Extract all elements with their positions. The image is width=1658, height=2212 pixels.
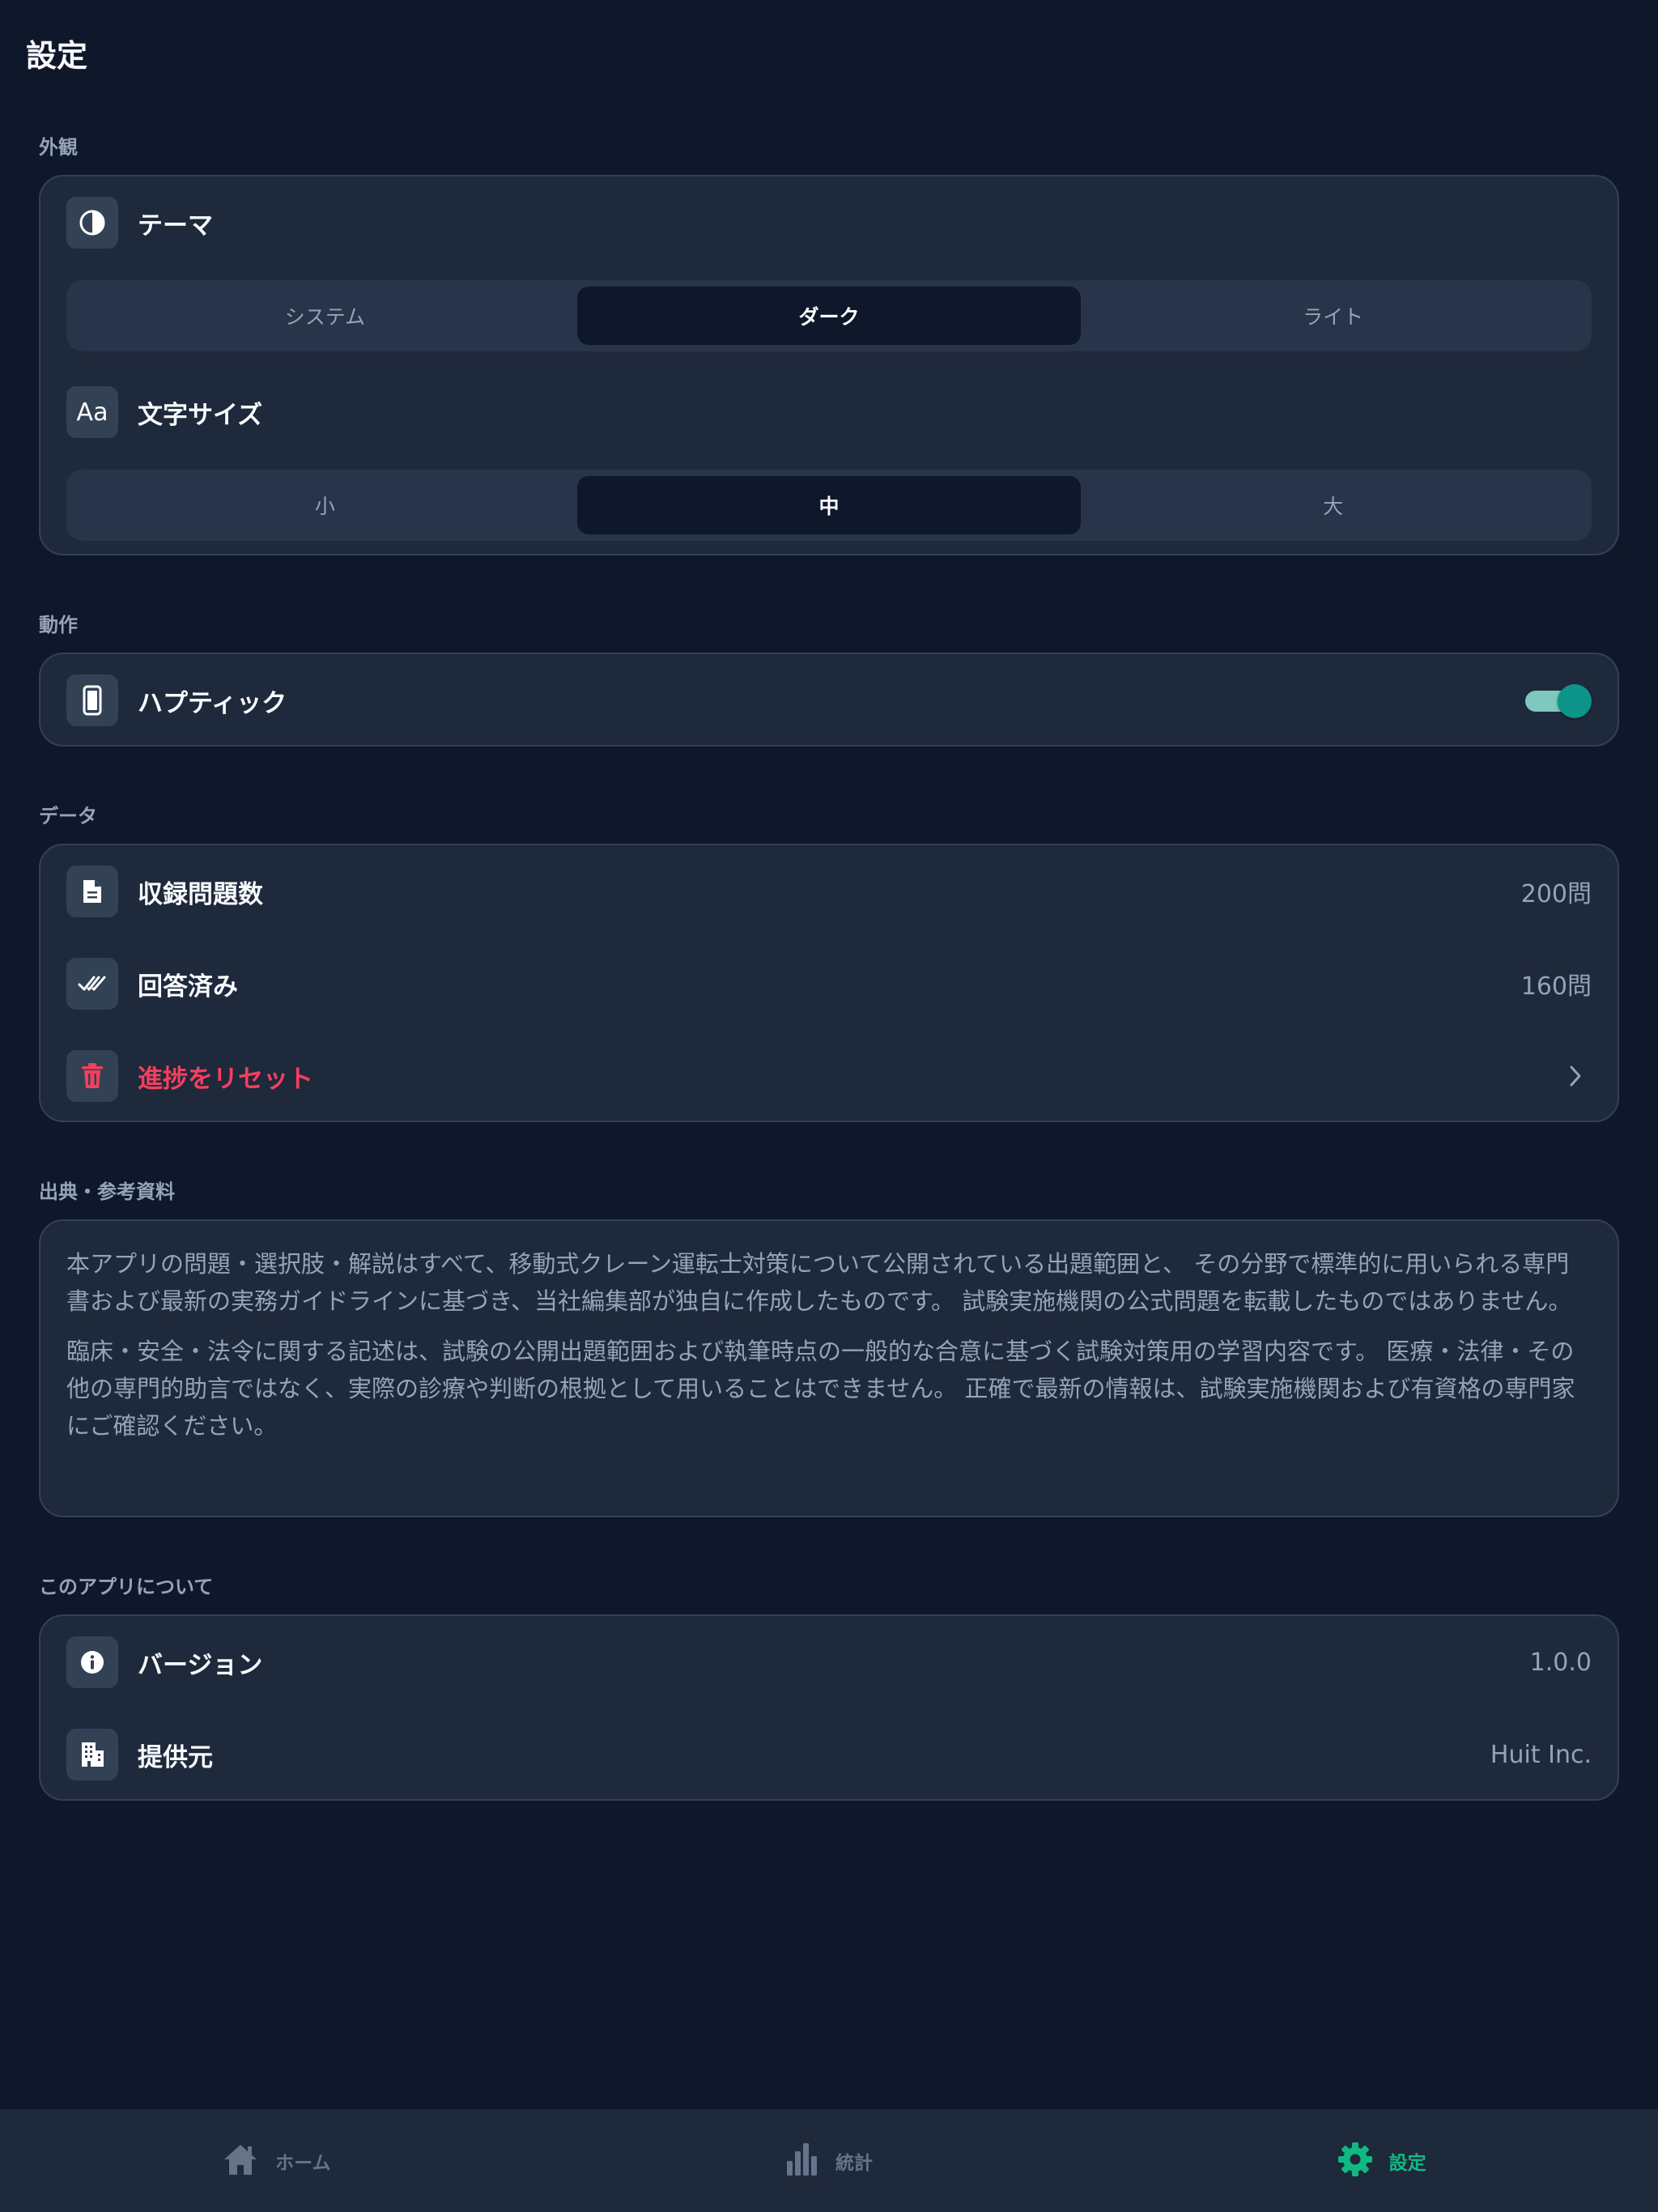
font-size-option-medium[interactable]: 中 (576, 476, 1082, 534)
section-label-about: このアプリについて (39, 1576, 214, 1598)
section-label-sources: 出典・参考資料 (39, 1180, 175, 1203)
haptic-label: ハプティック (138, 688, 287, 718)
bar-chart-icon (785, 2142, 819, 2180)
version-value: 1.0.0 (1529, 1648, 1592, 1677)
page-title: 設定 (26, 38, 88, 74)
document-icon (66, 866, 118, 917)
font-size-option-large[interactable]: 大 (1081, 476, 1585, 534)
sources-paragraph-2: 臨床・安全・法令に関する記述は、試験の公開出題範囲および執筆時点の一般的な合意に… (66, 1338, 1575, 1440)
tab-home-label: ホーム (275, 2152, 331, 2174)
gear-icon (1337, 2142, 1373, 2180)
home-icon (222, 2142, 259, 2180)
reset-progress-label: 進捗をリセット (138, 1064, 313, 1094)
font-size-segmented-control: 小 中 大 (66, 470, 1592, 541)
section-label-data: データ (39, 805, 97, 827)
trash-icon (66, 1050, 118, 1102)
provider-row: 提供元 Huit Inc. (66, 1728, 1592, 1781)
theme-option-light[interactable]: ライト (1081, 287, 1585, 345)
tab-stats[interactable]: 統計 (553, 2109, 1106, 2212)
tab-home[interactable]: ホーム (0, 2109, 553, 2212)
theme-segmented-control: システム ダーク ライト (66, 280, 1592, 351)
sources-text: 本アプリの問題・選択肢・解説はすべて、移動式クレーン運転士対策について公開されて… (66, 1245, 1585, 1444)
theme-option-system[interactable]: システム (73, 287, 577, 345)
info-icon (66, 1636, 118, 1688)
answered-label: 回答済み (138, 972, 238, 1002)
text-size-icon: Aa (66, 386, 118, 438)
appearance-card: テーマ システム ダーク ライト Aa 文字サイズ 小 中 大 (39, 175, 1619, 555)
haptic-row: ハプティック (66, 674, 1592, 727)
answered-row: 回答済み 160問 (66, 957, 1592, 1010)
tab-stats-label: 統計 (835, 2152, 873, 2174)
sources-card: 本アプリの問題・選択肢・解説はすべて、移動式クレーン運転士対策について公開されて… (39, 1219, 1619, 1517)
haptic-toggle[interactable] (1524, 683, 1592, 718)
font-size-option-small[interactable]: 小 (73, 476, 577, 534)
phone-icon (66, 674, 118, 726)
theme-label: テーマ (138, 211, 213, 240)
about-card: バージョン 1.0.0 提供元 Huit Inc. (39, 1614, 1619, 1801)
version-row: バージョン 1.0.0 (66, 1636, 1592, 1689)
building-icon (66, 1729, 118, 1780)
reset-progress-row[interactable]: 進捗をリセット (66, 1049, 1592, 1103)
settings-screen: 設定 外観 テーマ システム ダーク ライト Aa 文字サイズ 小 中 大 動作… (0, 0, 1658, 2212)
section-label-appearance: 外観 (39, 136, 78, 159)
theme-row: テーマ (66, 196, 1592, 249)
behavior-card: ハプティック (39, 653, 1619, 747)
sources-paragraph-1: 本アプリの問題・選択肢・解説はすべて、移動式クレーン運転士対策について公開されて… (66, 1250, 1572, 1315)
data-card: 収録問題数 200問 回答済み 160問 進捗をリセット (39, 844, 1619, 1122)
provider-value: Huit Inc. (1490, 1740, 1592, 1769)
double-check-icon (66, 958, 118, 1010)
contrast-icon (66, 197, 118, 249)
answered-value: 160問 (1520, 972, 1592, 1001)
version-label: バージョン (138, 1650, 263, 1680)
question-count-label: 収録問題数 (138, 879, 263, 909)
bottom-tab-bar: ホーム 統計 設定 (0, 2109, 1658, 2212)
question-count-value: 200問 (1520, 880, 1592, 908)
tab-settings-label: 設定 (1388, 2152, 1426, 2174)
font-size-row: Aa 文字サイズ (66, 385, 1592, 439)
toggle-knob (1558, 684, 1592, 718)
tab-settings[interactable]: 設定 (1105, 2109, 1658, 2212)
provider-label: 提供元 (138, 1742, 213, 1772)
question-count-row: 収録問題数 200問 (66, 865, 1592, 918)
chevron-right-icon (1559, 1060, 1592, 1092)
theme-option-dark[interactable]: ダーク (576, 287, 1082, 345)
section-label-behavior: 動作 (39, 614, 78, 636)
font-size-label: 文字サイズ (138, 400, 263, 430)
